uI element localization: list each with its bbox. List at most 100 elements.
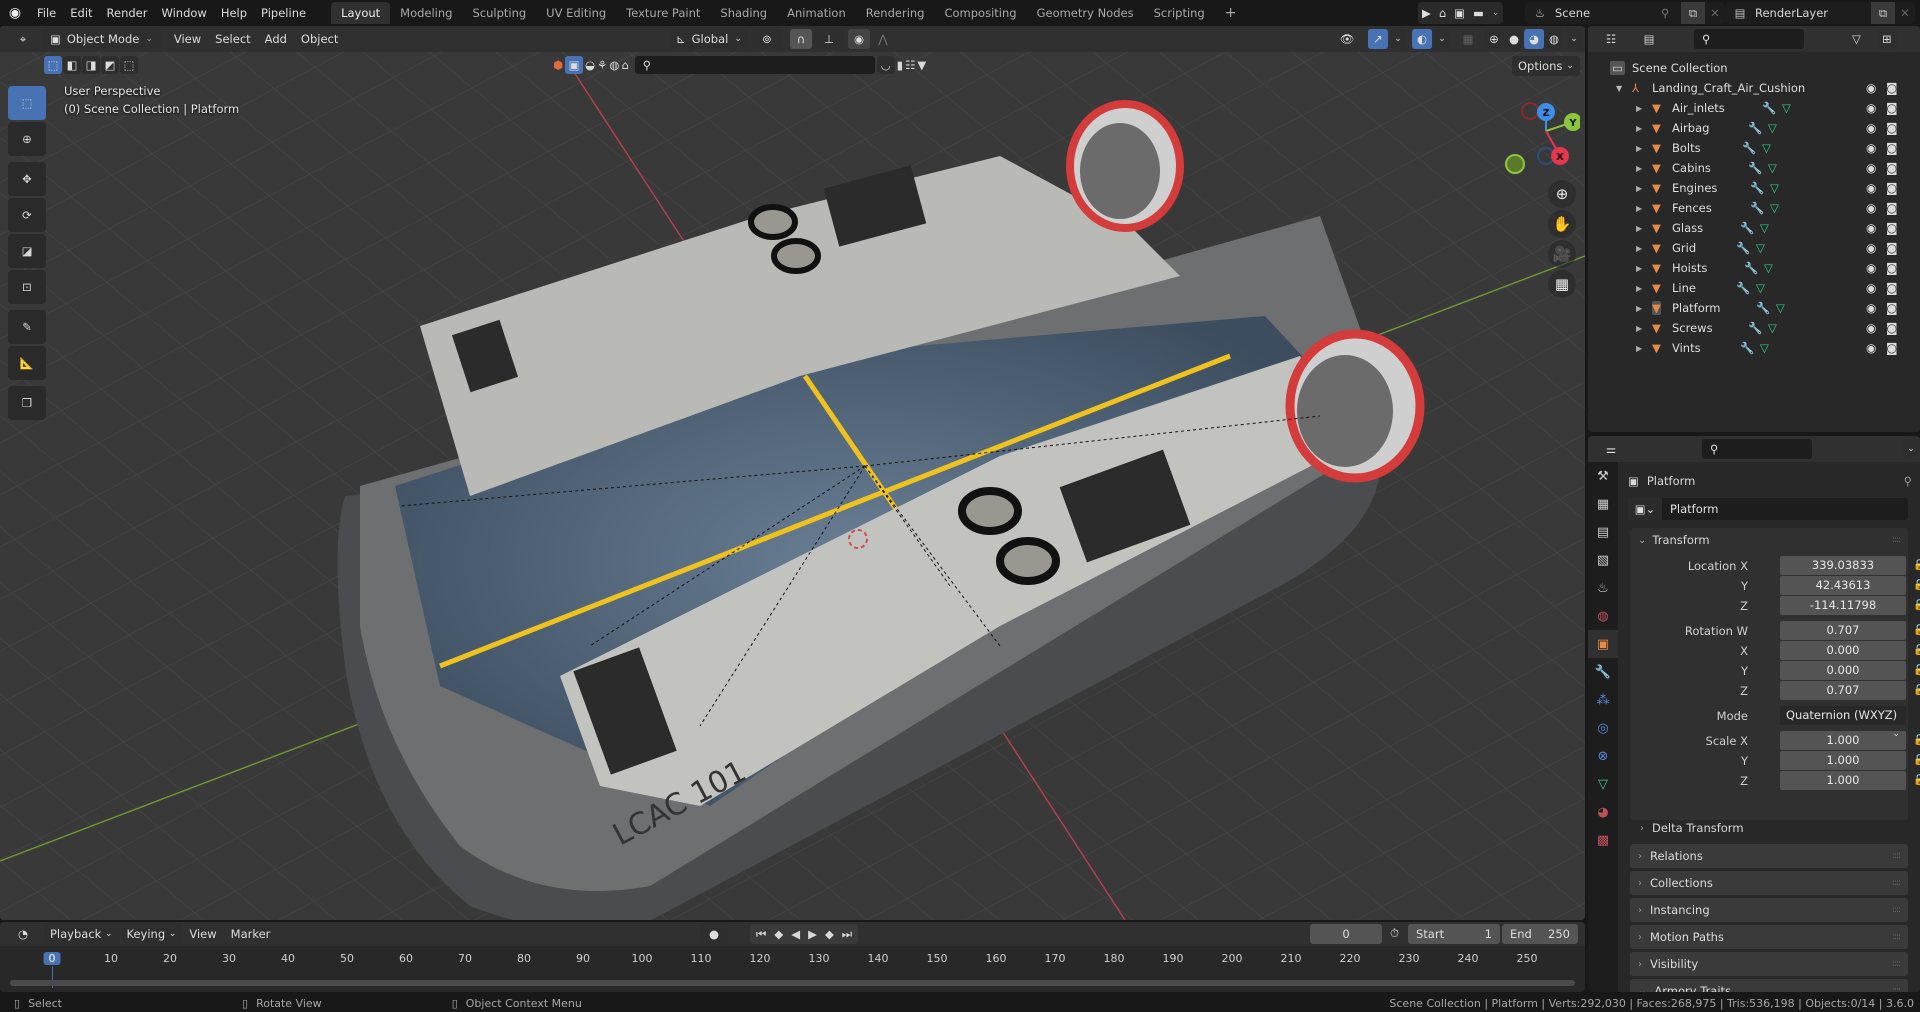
outliner-object-row[interactable]: ▶ ▼ Line 🔧 ▽ ◉ ◙ <box>1588 278 1920 298</box>
all-types-icon[interactable]: ⬢ <box>553 58 563 72</box>
rotation-w-field[interactable]: 0.707 <box>1780 621 1906 640</box>
light-filter-icon[interactable]: ⚘ <box>597 58 607 72</box>
xray-toggle[interactable]: ▦ <box>1458 29 1478 49</box>
overlays-toggle[interactable]: ◐ <box>1412 29 1432 49</box>
expand-arrow-icon[interactable]: ▶ <box>1636 264 1642 273</box>
expand-arrow-icon[interactable]: ▶ <box>1636 124 1642 133</box>
drag-grip-icon[interactable]: :::: <box>1892 851 1901 861</box>
panel-relations[interactable]: › Relations:::: <box>1630 844 1908 868</box>
annotate-tool[interactable]: ✎ <box>8 310 46 344</box>
rotation-y-field[interactable]: 0.000 <box>1780 661 1906 680</box>
menu-select[interactable]: Select <box>208 32 257 46</box>
shading-dropdown[interactable]: ⌄ <box>1566 29 1582 49</box>
close-icon[interactable]: ✕ <box>1895 6 1915 20</box>
eye-icon[interactable]: ◉ <box>1866 241 1876 255</box>
outliner-object-row[interactable]: ▶ ▼ Air_inlets 🔧 ▽ ◉ ◙ <box>1588 98 1920 118</box>
camera-view-icon[interactable]: 🎥 <box>1548 240 1576 268</box>
lock-icon[interactable]: 🔓 <box>1913 580 1920 591</box>
tab-shading[interactable]: Shading <box>710 2 777 24</box>
filter-icon[interactable]: ▼ <box>917 58 926 72</box>
properties-editor-type[interactable]: ⚌ <box>1596 439 1626 459</box>
select-box-tool[interactable]: ⬚ <box>8 86 46 120</box>
select-intersect-icon[interactable]: ⬚ <box>120 56 138 74</box>
material-filter-icon[interactable]: ◒ <box>585 58 595 72</box>
outliner-object-row[interactable]: ▶ ▼ Airbag 🔧 ▽ ◉ ◙ <box>1588 118 1920 138</box>
camera-icon[interactable]: ◙ <box>1886 261 1898 275</box>
properties-search-input[interactable]: ⚲ <box>1702 439 1812 459</box>
scene-collection-row[interactable]: ▭ Scene Collection <box>1588 58 1920 78</box>
modifier-wrench-icon[interactable]: 🔧 <box>1742 141 1756 155</box>
modifier-wrench-icon[interactable]: 🔧 <box>1740 341 1754 355</box>
lock-icon[interactable]: 🔓 <box>1913 755 1920 766</box>
lock-icon[interactable]: 🔓 <box>1913 560 1920 571</box>
camera-icon[interactable]: ◙ <box>1886 101 1898 115</box>
camera-icon[interactable]: ◙ <box>1886 241 1898 255</box>
options-dropdown[interactable]: Options ⌄ <box>1512 56 1580 76</box>
data-tab-icon[interactable]: ▽ <box>1588 770 1618 798</box>
lock-icon[interactable]: 🔓 <box>1913 645 1920 656</box>
rotation-x-field[interactable]: 0.000 <box>1780 641 1906 660</box>
filter-layer-dropdown[interactable]: ▤ <box>1632 29 1666 49</box>
object-filter-icon[interactable]: ▣ <box>565 56 584 74</box>
texture-tab-icon[interactable]: ▩ <box>1588 826 1618 854</box>
3d-viewport[interactable]: LCAC 101 ⌖ ▣ Object Mode ⌄ View Select A… <box>0 26 1585 920</box>
mesh-data-icon[interactable]: ▽ <box>1776 301 1785 315</box>
mesh-data-icon[interactable]: ▽ <box>1768 321 1777 335</box>
mesh-data-icon[interactable]: ▽ <box>1770 181 1779 195</box>
tab-compositing[interactable]: Compositing <box>934 2 1026 24</box>
modifier-wrench-icon[interactable]: 🔧 <box>1748 121 1762 135</box>
scale-y-field[interactable]: 1.000 <box>1780 751 1906 770</box>
tab-rendering[interactable]: Rendering <box>856 2 935 24</box>
rotation-z-field[interactable]: 0.707 <box>1780 681 1906 700</box>
outliner-object-row[interactable]: ▶ ▼ Grid 🔧 ▽ ◉ ◙ <box>1588 238 1920 258</box>
panel-instancing[interactable]: › Instancing:::: <box>1630 898 1908 922</box>
panel-motion-paths[interactable]: › Motion Paths:::: <box>1630 925 1908 949</box>
render-tab-icon[interactable]: ▦ <box>1588 490 1618 518</box>
lock-icon[interactable]: 🔓 <box>1913 685 1920 696</box>
transform-panel-header[interactable]: ⌄ Transform :::: <box>1630 528 1908 552</box>
menu-edit[interactable]: Edit <box>63 2 99 24</box>
mesh-data-icon[interactable]: ▽ <box>1760 341 1769 355</box>
outliner-object-row[interactable]: ▶ ▼ Screws 🔧 ▽ ◉ ◙ <box>1588 318 1920 338</box>
pan-hand-icon[interactable]: ✋ <box>1548 210 1576 238</box>
modifier-wrench-icon[interactable]: 🔧 <box>1748 161 1762 175</box>
modifier-wrench-icon[interactable]: 🔧 <box>1740 221 1754 235</box>
world-filter-icon[interactable]: ◍ <box>609 58 619 72</box>
panel-visibility[interactable]: › Visibility:::: <box>1630 952 1908 976</box>
timeline-scrollbar[interactable] <box>10 980 1575 986</box>
camera-icon[interactable]: ◙ <box>1886 161 1898 175</box>
mesh-data-icon[interactable]: ▽ <box>1764 261 1773 275</box>
falloff-dropdown[interactable]: ⋀ <box>872 29 894 49</box>
menu-window[interactable]: Window <box>154 2 213 24</box>
object-name-field[interactable]: ▣⌄ Platform <box>1628 498 1908 520</box>
object-datablock-icon[interactable]: ▣⌄ <box>1628 498 1662 520</box>
folder-icon[interactable]: ▬ <box>1473 6 1484 20</box>
lock-icon[interactable]: 🔓 <box>1913 665 1920 676</box>
outliner-object-row[interactable]: ▶ ▼ Vints 🔧 ▽ ◉ ◙ <box>1588 338 1920 358</box>
rotation-mode-dropdown[interactable]: Quaternion (WXYZ) ⌄ <box>1780 706 1906 739</box>
tab-animation[interactable]: Animation <box>777 2 856 24</box>
modifier-wrench-icon[interactable]: 🔧 <box>1736 241 1750 255</box>
camera-icon[interactable]: ◙ <box>1886 181 1898 195</box>
lock-icon[interactable]: 🔓 <box>1913 775 1920 786</box>
pin-icon[interactable]: ⚲ <box>1661 6 1681 20</box>
location-y-field[interactable]: 42.43613 <box>1780 576 1906 595</box>
close-icon[interactable]: ✕ <box>1705 6 1725 20</box>
eye-icon[interactable]: ◉ <box>1866 281 1876 295</box>
filter-icon[interactable]: ▽ <box>1852 32 1861 46</box>
camera-icon[interactable]: ◙ <box>1886 141 1898 155</box>
outliner-object-row[interactable]: ▶ ▼ Glass 🔧 ▽ ◉ ◙ <box>1588 218 1920 238</box>
camera-icon[interactable]: ◙ <box>1886 201 1898 215</box>
asset-options-icon[interactable]: ◡ <box>876 56 895 74</box>
snap-target-dropdown[interactable]: ⊥ <box>814 29 844 49</box>
outliner-object-row[interactable]: ▶ ▼ Platform 🔧 ▽ ◉ ◙ <box>1588 298 1920 318</box>
expand-arrow-icon[interactable]: ▶ <box>1636 224 1642 233</box>
shading-rendered[interactable]: ◍ <box>1544 29 1564 49</box>
scale-z-field[interactable]: 1.000 <box>1780 771 1906 790</box>
eye-icon[interactable]: ◉ <box>1866 181 1876 195</box>
lock-icon[interactable]: 🔓 <box>1913 625 1920 636</box>
mode-dropdown[interactable]: ▣ Object Mode ⌄ <box>42 29 161 49</box>
drag-grip-icon[interactable]: :::: <box>1892 986 1901 992</box>
panel-armory-traits[interactable]: ⌄ Armory Traits:::: <box>1630 979 1908 992</box>
expand-arrow-icon[interactable]: ▶ <box>1636 204 1642 213</box>
